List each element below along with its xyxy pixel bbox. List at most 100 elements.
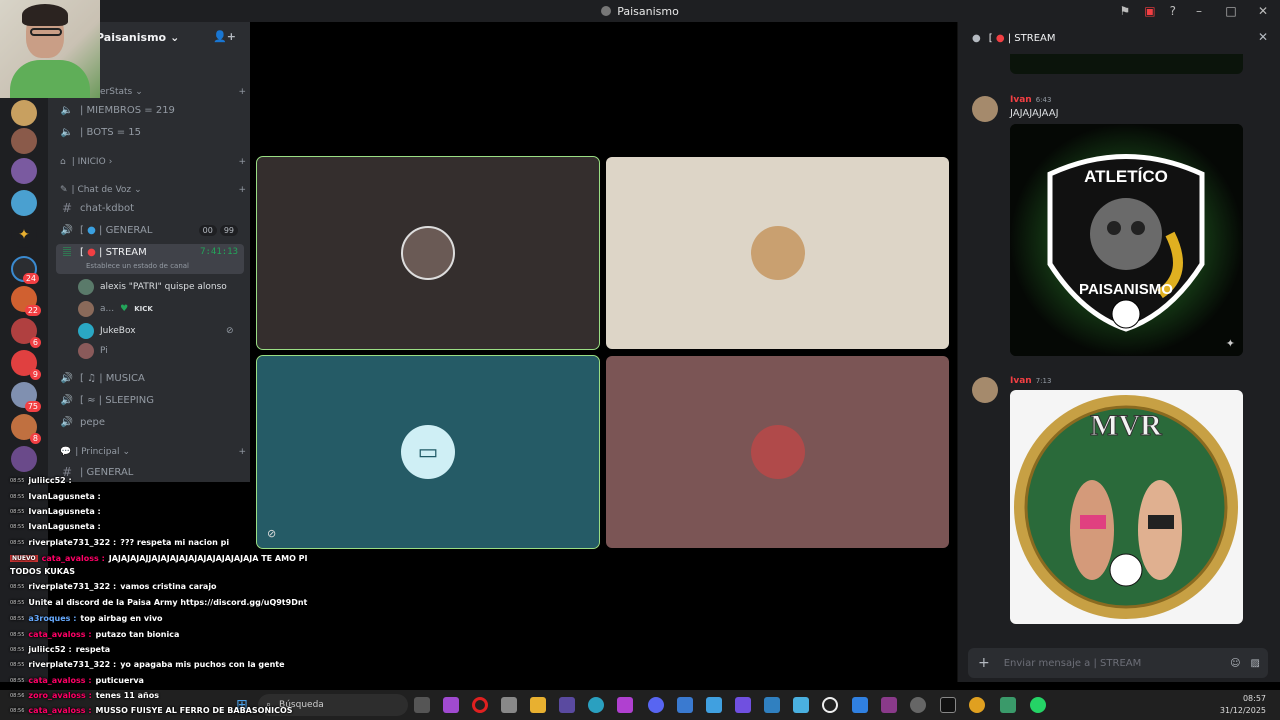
app-icon[interactable] [443,697,459,713]
task-view-icon[interactable] [414,697,430,713]
image-icon[interactable]: ▨ [1251,658,1260,669]
category-inicio[interactable]: ⌂ | INICIO › + [60,154,246,170]
channel-chat-kdbot[interactable]: # chat-kdbot [56,198,244,218]
inbox-icon[interactable]: ⚑ [1120,4,1131,18]
winrar-icon[interactable] [881,697,897,713]
folder-icon[interactable] [530,697,546,713]
app-icon[interactable] [735,697,751,713]
store-icon[interactable] [501,697,517,713]
minimize-button[interactable]: – [1190,4,1208,18]
voice-member[interactable]: JukeBox ⊘ [78,322,234,340]
message-input[interactable]: + Enviar mensaje a | STREAM ☺ ▨ [968,648,1268,678]
channel-general-voice[interactable]: 🔊 [ ● | GENERAL 00 99 [56,220,244,240]
terminal-icon[interactable] [940,697,956,713]
atletico-paisanismo-image[interactable]: ATLETÍCO PAISANISMO ✦ [1010,124,1243,356]
message-author[interactable]: Ivan 6:43 [1010,95,1051,105]
server-icon[interactable]: 9 [11,350,41,380]
app-icon[interactable] [706,697,722,713]
server-icon-small [601,6,612,16]
server-icon[interactable] [11,100,37,126]
voice-member[interactable]: alexis "PATRI" quispe alonso [78,278,227,296]
obs-icon[interactable] [822,697,838,713]
invite-user-icon[interactable]: 👤+ [213,30,236,43]
video-stage: ▭ ⊘ [250,22,955,682]
add-channel-icon[interactable]: + [238,447,246,457]
avatar[interactable] [972,96,998,122]
app-icon[interactable] [852,697,868,713]
emoji-icon[interactable]: ☺ [1230,658,1240,669]
opera-icon[interactable] [472,697,488,713]
app-icon[interactable] [764,697,780,713]
settings-icon[interactable] [910,697,926,713]
chrome-icon[interactable] [969,697,985,713]
video-tile-4[interactable] [606,356,949,548]
chat-header: ● [ ● | STREAM ✕ [958,22,1280,54]
edge-icon[interactable] [588,697,604,713]
stream-chat-overlay: 08:55 juliicc52 : 08:55 IvanLagusneta : 08… [0,474,330,720]
server-icon[interactable] [11,128,37,154]
channel-stream-active[interactable]: 𝄚 [ ● | STREAM 7:41:13 Establece un esta… [56,244,244,274]
plus-icon[interactable]: + [978,655,990,671]
add-channel-icon[interactable]: + [238,185,246,195]
category-principal[interactable]: 💬 | Principal ⌄ + [60,444,246,460]
overlay-message: 08:56 zoro_avaloss : tenes 11 años [10,691,159,700]
server-icon[interactable]: 22 [11,286,41,316]
help-icon[interactable]: ? [1170,4,1176,18]
mvr-image[interactable]: MVR [1010,390,1243,624]
server-icon[interactable] [11,190,37,216]
channel-label: pepe [80,416,105,428]
avatar [750,226,805,280]
add-channel-icon[interactable]: + [238,157,246,167]
microphone-icon: ✎ [60,185,68,195]
input-placeholder: Enviar mensaje a | STREAM [1003,657,1142,669]
channel-pepe[interactable]: 🔊 pepe [56,412,244,432]
message-author[interactable]: Ivan 7:13 [1010,376,1051,386]
unread-badge: 75 [24,401,41,412]
speaker-icon: 🔊 [60,394,74,406]
discord-icon[interactable] [648,697,664,713]
member-name: Pi [100,346,108,356]
server-icon[interactable]: 6 [11,318,41,348]
server-icon[interactable] [11,446,37,472]
notepad-icon[interactable] [793,697,809,713]
sparkle-icon[interactable]: ✦ [1226,337,1235,350]
overlay-message: 08:55 riverplate731_322 :??? respeta mi n… [10,538,230,547]
avatar [78,279,94,295]
add-channel-icon[interactable]: + [238,87,246,97]
image-top-text: MVR [1090,409,1162,442]
channel-musica[interactable]: 🔊 [ ♫ | MUSICA [56,368,244,388]
avatar [78,323,94,339]
streamer-webcam [0,0,100,98]
channel-status-prompt[interactable]: Establece un estado de canal [86,262,189,270]
app-icon[interactable] [559,697,575,713]
server-icon[interactable]: 24 [11,256,39,284]
channel-bots-count[interactable]: 🔈 | BOTS = 15 [56,122,244,142]
server-icon[interactable]: 75 [11,382,41,412]
server-icon[interactable]: 8 [11,414,41,444]
maximize-button[interactable]: □ [1222,4,1240,18]
app-icon[interactable] [617,697,633,713]
system-clock[interactable]: 08:57 31/12/2025 [1220,693,1266,717]
unread-badge: 9 [29,369,41,380]
member-name: JukeBox [100,326,136,336]
fries-server-icon[interactable]: ✦ [11,222,37,248]
close-icon[interactable]: ✕ [1258,30,1268,44]
avatar[interactable] [972,377,998,403]
server-icon[interactable] [11,158,37,184]
voice-member[interactable]: a... ♥ KICK [78,300,153,318]
close-window-button[interactable]: ✕ [1254,4,1272,18]
unread-badge: 8 [29,433,41,444]
voice-member[interactable]: Pi [78,342,108,360]
avatar [401,226,455,280]
channel-sleeping[interactable]: 🔊 [ ≈ | SLEEPING [56,390,244,410]
whatsapp-icon[interactable] [1030,697,1046,713]
app-icon[interactable] [677,697,693,713]
category-chat-de-voz[interactable]: ✎ | Chat de Voz ⌄ + [60,182,246,198]
app-icon[interactable] [1000,697,1016,713]
message-text: JAJAJAJAAJ [1010,108,1059,119]
video-tile-1[interactable] [256,156,600,350]
avatar [750,425,805,479]
channel-members-count[interactable]: 🔈 | MIEMBROS = 219 [56,100,244,120]
screen-icon[interactable]: ▣ [1144,4,1155,18]
video-tile-2[interactable] [606,157,949,349]
